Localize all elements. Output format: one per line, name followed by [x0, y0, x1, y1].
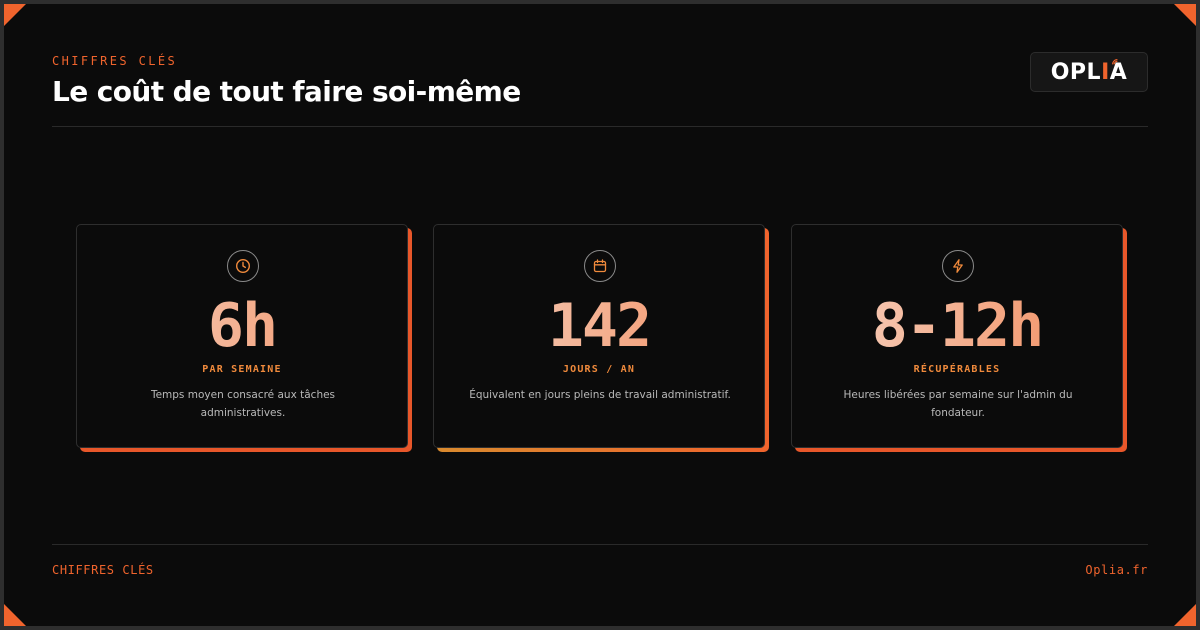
header-divider: [52, 126, 1148, 127]
stat-description: Temps moyen consacré aux tâches administ…: [150, 389, 336, 419]
card-body: 6h PAR SEMAINE Temps moyen consacré aux …: [76, 224, 408, 448]
footer-section-label: CHIFFRES CLÉS: [52, 563, 154, 577]
stat-description: Équivalent en jours pleins de travail ad…: [469, 389, 731, 401]
card-body: 8-12h RÉCUPÉRABLES Heures libérées par s…: [791, 224, 1123, 448]
stat-card-recoverable-hours: 8-12h RÉCUPÉRABLES Heures libérées par s…: [791, 224, 1127, 452]
slide-frame: CHIFFRES CLÉS Le coût de tout faire soi-…: [4, 4, 1196, 626]
lightning-icon: [942, 250, 974, 282]
corner-accent-top-right: [1174, 4, 1196, 26]
clock-icon: [227, 250, 259, 282]
corner-accent-bottom-left: [4, 604, 26, 626]
stat-description: Heures libérées par semaine sur l'admin …: [843, 389, 1073, 419]
broadcast-icon: [1111, 58, 1118, 65]
stat-label: JOURS / AN: [562, 364, 636, 375]
stat-value: 6h: [77, 291, 407, 361]
corner-accent-top-left: [4, 4, 26, 26]
stat-card-days-per-year: 142 JOURS / AN Équivalent en jours plein…: [433, 224, 769, 452]
stat-label: PAR SEMAINE: [202, 364, 282, 375]
stat-label: RÉCUPÉRABLES: [913, 364, 1001, 375]
page-title: Le coût de tout faire soi-même: [52, 75, 521, 108]
footer-website-link[interactable]: Oplia.fr: [1085, 563, 1148, 577]
card-body: 142 JOURS / AN Équivalent en jours plein…: [433, 224, 765, 448]
logo-text-accent: I: [1101, 59, 1110, 85]
logo-text-main: OPL: [1050, 59, 1102, 85]
stat-card-weekly-hours: 6h PAR SEMAINE Temps moyen consacré aux …: [76, 224, 412, 452]
stat-value: 142: [434, 291, 764, 361]
corner-accent-bottom-right: [1174, 604, 1196, 626]
stat-value: 8-12h: [792, 291, 1122, 361]
section-eyebrow: CHIFFRES CLÉS: [52, 54, 178, 68]
footer-divider: [52, 544, 1148, 545]
oplia-logo: OPLIA: [1030, 52, 1148, 92]
logo-wordmark: OPLIA: [1050, 58, 1128, 85]
calendar-icon: [584, 250, 616, 282]
